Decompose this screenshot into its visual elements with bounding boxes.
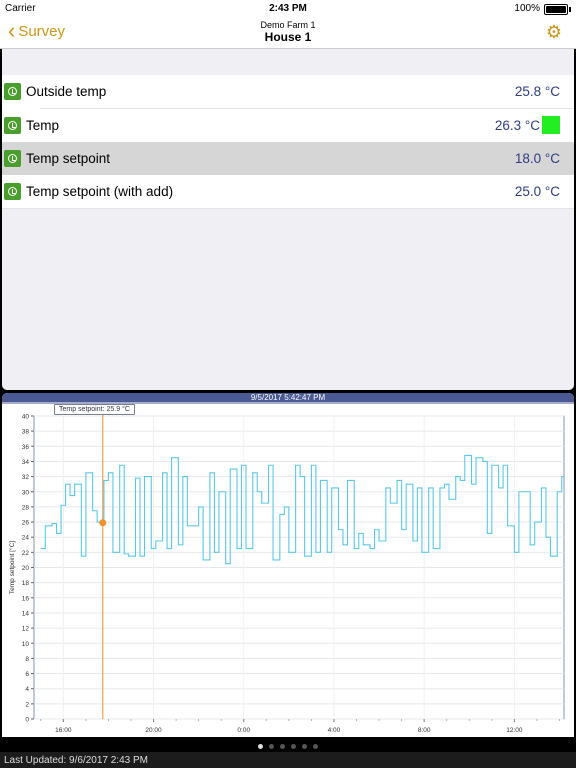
status-time: 2:43 PM	[269, 3, 307, 14]
y-tick-label: 4	[25, 686, 29, 693]
temp-setpoint-chart[interactable]: 024681012141618202224262830323436384016:…	[2, 393, 574, 737]
list-item-temp[interactable]: Temp 26.3 °C	[2, 109, 574, 142]
page-dot[interactable]	[280, 744, 285, 750]
y-tick-label: 10	[22, 641, 30, 648]
history-icon[interactable]	[4, 183, 21, 200]
list-item-temp-setpoint[interactable]: Temp setpoint 18.0 °C	[2, 142, 574, 175]
divider	[2, 208, 574, 209]
history-icon[interactable]	[4, 150, 21, 167]
page-dot[interactable]	[302, 744, 307, 750]
y-tick-label: 16	[22, 595, 30, 602]
chart-panel[interactable]: 9/5/2017 5:42:47 PM 0 2 4 6 8 10 12 14 16 18 20 22 2…	[2, 393, 574, 737]
list-item-value: 26.3 °C	[494, 118, 540, 133]
y-tick-label: 18	[22, 580, 30, 587]
history-icon[interactable]	[4, 117, 21, 134]
y-tick-label: 22	[22, 550, 30, 557]
status-bar: Carrier 2:43 PM 100%	[0, 0, 576, 16]
y-tick-label: 32	[22, 474, 30, 481]
page-dot[interactable]	[313, 744, 318, 750]
y-tick-label: 6	[25, 671, 29, 678]
footer: Last Updated: 9/6/2017 2:43 PM	[0, 752, 576, 768]
nav-subtitle: Demo Farm 1	[260, 20, 316, 30]
y-tick-label: 28	[22, 504, 30, 511]
y-tick-label: 8	[25, 656, 29, 663]
y-tick-label: 2	[25, 701, 29, 708]
sensor-list-panel: Outside temp 25.8 °C Temp 26.3 °C Temp s…	[2, 49, 574, 390]
page-indicator[interactable]	[0, 738, 576, 752]
list-item-value: 25.0 °C	[514, 184, 560, 199]
list-item-temp-setpoint-with-add[interactable]: Temp setpoint (with add) 25.0 °C	[2, 175, 574, 208]
page-dot[interactable]	[291, 744, 296, 750]
list-item-value: 18.0 °C	[514, 151, 560, 166]
page-dot[interactable]	[258, 744, 263, 750]
y-tick-label: 34	[22, 459, 30, 466]
chart-tooltip: Temp setpoint: 25.9 °C	[54, 404, 135, 415]
list-item-label: Temp setpoint	[26, 151, 111, 166]
y-tick-label: 0	[25, 717, 29, 724]
y-tick-label: 36	[22, 444, 30, 451]
last-updated-label: Last Updated: 9/6/2017 2:43 PM	[4, 755, 148, 766]
x-tick-label: 16:00	[55, 727, 72, 734]
status-indicator	[542, 116, 560, 134]
y-tick-label: 20	[22, 565, 30, 572]
navigation-bar: ‹ Survey Demo Farm 1 House 1 ⚙	[0, 16, 576, 49]
battery-percent: 100%	[514, 3, 540, 14]
list-item-label: Outside temp	[26, 84, 107, 99]
page-dot[interactable]	[269, 744, 274, 750]
y-tick-label: 12	[22, 626, 30, 633]
y-tick-label: 30	[22, 489, 30, 496]
x-tick-label: 12:00	[506, 727, 523, 734]
nav-title-block: Demo Farm 1 House 1	[0, 20, 576, 44]
y-tick-label: 14	[22, 610, 30, 617]
list-item-outside-temp[interactable]: Outside temp 25.8 °C	[2, 75, 574, 108]
y-tick-label: 40	[22, 414, 30, 421]
list-item-value: 25.8 °C	[514, 84, 560, 99]
list-item-label: Temp setpoint (with add)	[26, 184, 174, 199]
history-icon[interactable]	[4, 83, 21, 100]
page-title: House 1	[264, 30, 312, 44]
x-tick-label: 8:00	[418, 727, 431, 734]
x-tick-label: 0:00	[237, 727, 250, 734]
y-tick-label: 24	[22, 535, 30, 542]
cursor-point	[99, 519, 107, 527]
list-item-label: Temp	[26, 118, 60, 133]
x-tick-label: 20:00	[145, 727, 162, 734]
sensor-list: Outside temp 25.8 °C Temp 26.3 °C Temp s…	[2, 75, 574, 209]
y-tick-label: 38	[22, 429, 30, 436]
battery-icon	[544, 4, 571, 15]
y-tick-label: 26	[22, 520, 30, 527]
gear-icon[interactable]: ⚙	[546, 22, 562, 43]
x-tick-label: 4:00	[328, 727, 341, 734]
y-axis-label: Temp setpoint [°C]	[8, 541, 16, 594]
